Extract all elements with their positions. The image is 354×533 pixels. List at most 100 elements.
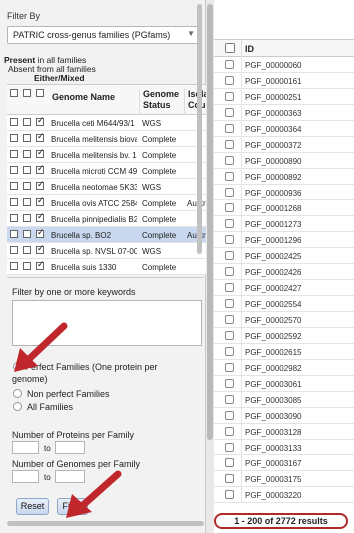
family-id[interactable]: PGF_00003175 <box>245 475 302 484</box>
row-checkbox[interactable] <box>225 283 234 293</box>
row-checkbox[interactable] <box>225 458 234 468</box>
family-id[interactable]: PGF_00000161 <box>245 77 302 86</box>
mixed-checkbox[interactable] <box>36 148 45 158</box>
absent-checkbox[interactable] <box>23 198 31 206</box>
absent-checkbox[interactable] <box>23 150 31 158</box>
present-checkbox[interactable] <box>10 198 18 206</box>
absent-checkbox[interactable] <box>23 246 31 254</box>
present-checkbox[interactable] <box>10 262 18 270</box>
panel-scrollbar[interactable] <box>206 0 214 533</box>
family-id[interactable]: PGF_00001296 <box>245 236 302 245</box>
row-checkbox[interactable] <box>225 203 234 213</box>
family-id[interactable]: PGF_00003128 <box>245 428 302 437</box>
family-id[interactable]: PGF_00003085 <box>245 396 302 405</box>
mixed-checkbox[interactable] <box>36 116 45 126</box>
result-row[interactable]: PGF_00002570 <box>214 312 354 328</box>
row-checkbox[interactable] <box>225 394 234 404</box>
present-checkbox[interactable] <box>10 214 18 222</box>
result-row[interactable]: PGF_00002426 <box>214 264 354 281</box>
result-row[interactable]: PGF_00003085 <box>214 391 354 408</box>
family-id[interactable]: PGF_00000364 <box>245 125 302 134</box>
absent-checkbox[interactable] <box>23 214 31 222</box>
family-id[interactable]: PGF_00002427 <box>245 284 302 293</box>
family-id[interactable]: PGF_00000892 <box>245 173 302 182</box>
absent-checkbox[interactable] <box>23 230 31 238</box>
row-checkbox[interactable] <box>225 442 234 452</box>
result-row[interactable]: PGF_00003220 <box>214 487 354 504</box>
row-checkbox[interactable] <box>225 426 234 436</box>
family-id[interactable]: PGF_00000251 <box>245 93 302 102</box>
family-id[interactable]: PGF_00002554 <box>245 300 302 309</box>
absent-checkbox[interactable] <box>23 118 31 126</box>
row-checkbox[interactable] <box>225 410 234 420</box>
result-row[interactable]: PGF_00000364 <box>214 120 354 137</box>
present-checkbox[interactable] <box>10 134 18 142</box>
mixed-checkbox[interactable] <box>36 260 45 270</box>
genome-table-scrollbar[interactable] <box>197 4 202 254</box>
absent-checkbox[interactable] <box>23 134 31 142</box>
genome-row[interactable]: Brucella neotomae 5K33 WGS <box>7 179 206 195</box>
mixed-checkbox[interactable] <box>36 180 45 190</box>
row-checkbox[interactable] <box>225 107 234 117</box>
mixed-all-checkbox[interactable] <box>36 89 44 97</box>
result-row[interactable]: PGF_00000892 <box>214 168 354 185</box>
genome-row[interactable]: Brucella ceti M644/93/1 WGS <box>7 115 206 131</box>
row-checkbox[interactable] <box>225 378 234 388</box>
num-proteins-min-input[interactable] <box>12 441 39 454</box>
result-row[interactable]: PGF_00000936 <box>214 184 354 201</box>
result-row[interactable]: PGF_00002425 <box>214 248 354 265</box>
panel-scrollbar-thumb[interactable] <box>207 4 213 440</box>
all-families-radio[interactable] <box>13 402 22 411</box>
result-row[interactable]: PGF_00002982 <box>214 359 354 376</box>
mixed-checkbox[interactable] <box>36 164 45 174</box>
row-checkbox[interactable] <box>225 490 234 500</box>
family-id[interactable]: PGF_00002615 <box>245 348 302 357</box>
column-header-isolation-country[interactable]: IsolaCou <box>184 89 206 115</box>
present-checkbox[interactable] <box>10 182 18 190</box>
present-checkbox[interactable] <box>10 150 18 158</box>
row-checkbox[interactable] <box>225 187 234 197</box>
row-checkbox[interactable] <box>225 75 234 85</box>
row-checkbox[interactable] <box>225 155 234 165</box>
result-row[interactable]: PGF_00003167 <box>214 455 354 472</box>
row-checkbox[interactable] <box>225 315 234 324</box>
family-id[interactable]: PGF_00000372 <box>245 141 302 150</box>
family-id[interactable]: PGF_00002426 <box>245 268 302 277</box>
genome-row[interactable]: Brucella melitensis bv. 1 Complete <box>7 147 206 163</box>
row-checkbox[interactable] <box>225 123 234 133</box>
row-checkbox[interactable] <box>225 139 234 149</box>
result-row[interactable]: PGF_00000363 <box>214 104 354 121</box>
row-checkbox[interactable] <box>225 474 234 484</box>
present-checkbox[interactable] <box>10 230 18 238</box>
column-header-genome-status[interactable]: Genome Status <box>139 89 179 115</box>
result-row[interactable]: PGF_00000251 <box>214 88 354 105</box>
result-row[interactable]: PGF_00003128 <box>214 423 354 440</box>
absent-checkbox[interactable] <box>23 166 31 174</box>
present-checkbox[interactable] <box>10 118 18 126</box>
num-proteins-max-input[interactable] <box>55 441 85 454</box>
result-row[interactable]: PGF_00000890 <box>214 152 354 169</box>
row-checkbox[interactable] <box>225 251 234 261</box>
family-id[interactable]: PGF_00002982 <box>245 364 302 373</box>
row-checkbox[interactable] <box>225 235 234 245</box>
row-checkbox[interactable] <box>225 267 234 277</box>
mixed-checkbox[interactable] <box>36 132 45 142</box>
family-id[interactable]: PGF_00003090 <box>245 412 302 421</box>
family-id[interactable]: PGF_00003133 <box>245 444 302 453</box>
family-id[interactable]: PGF_00000060 <box>245 61 302 70</box>
genome-row[interactable]: Brucella ovis ATCC 25840CompleteAustr <box>7 195 206 211</box>
family-id[interactable]: PGF_00003220 <box>245 491 302 500</box>
result-row[interactable]: PGF_00003090 <box>214 407 354 424</box>
row-checkbox[interactable] <box>225 91 234 101</box>
mixed-checkbox[interactable] <box>36 212 45 222</box>
column-header-id[interactable]: ID <box>245 44 254 54</box>
present-all-checkbox[interactable] <box>10 89 18 97</box>
absent-checkbox[interactable] <box>23 182 31 190</box>
result-row[interactable]: PGF_00002592 <box>214 327 354 344</box>
genome-row[interactable]: Brucella suis 1330 Complete <box>7 259 206 275</box>
genome-row[interactable]: Brucella pinnipedialis B2/Complete <box>7 211 206 227</box>
genome-row[interactable]: Brucella microti CCM 491 Complete <box>7 163 206 179</box>
result-row[interactable]: PGF_00000060 <box>214 57 354 73</box>
absent-all-checkbox[interactable] <box>23 89 31 97</box>
genome-row[interactable]: Brucella sp. BO2CompleteAustr <box>7 227 206 243</box>
